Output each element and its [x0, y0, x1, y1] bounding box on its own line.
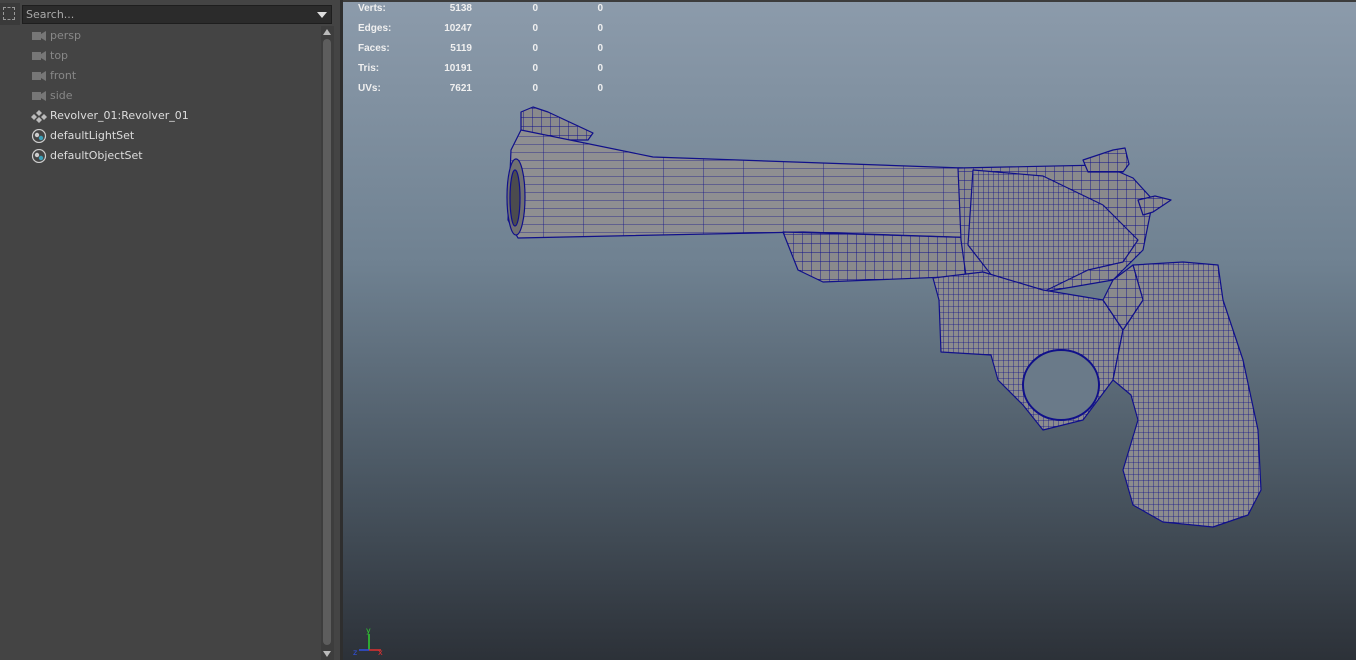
camera-icon — [32, 51, 46, 61]
revolver-wireframe-model[interactable] — [343, 0, 1356, 660]
outliner-item-defaultobjectset[interactable]: defaultObjectSet — [0, 146, 320, 166]
axis-y-label: y — [366, 626, 371, 635]
axis-x-label: x — [378, 648, 383, 656]
outliner-tree: persp top front side Revolver_01:Revolve… — [0, 26, 320, 166]
outliner-item-top[interactable]: top — [0, 46, 320, 66]
outliner-item-revolver[interactable]: Revolver_01:Revolver_01 — [0, 106, 320, 126]
outliner-scrollbar[interactable] — [321, 26, 334, 660]
outliner-item-front[interactable]: front — [0, 66, 320, 86]
camera-icon — [32, 71, 46, 81]
transform-icon — [31, 110, 47, 123]
outliner-filter-button[interactable] — [0, 3, 20, 25]
scroll-down-icon[interactable] — [323, 651, 331, 657]
scrollbar-thumb[interactable] — [323, 39, 331, 645]
outliner-item-label: defaultObjectSet — [50, 149, 143, 162]
chevron-down-icon[interactable] — [317, 12, 327, 18]
search-field[interactable] — [22, 5, 332, 24]
axis-z-label: z — [353, 648, 357, 656]
outliner-item-defaultlightset[interactable]: defaultLightSet — [0, 126, 320, 146]
outliner-item-persp[interactable]: persp — [0, 26, 320, 46]
outliner-panel: persp top front side Revolver_01:Revolve… — [0, 0, 342, 660]
filter-icon — [3, 7, 15, 20]
camera-icon — [32, 31, 46, 41]
outliner-item-label: defaultLightSet — [50, 129, 135, 142]
set-icon — [31, 149, 47, 163]
camera-icon — [32, 91, 46, 101]
scroll-up-icon[interactable] — [323, 29, 331, 35]
outliner-item-label: persp — [50, 29, 81, 42]
outliner-item-label: Revolver_01:Revolver_01 — [50, 109, 189, 122]
outliner-item-side[interactable]: side — [0, 86, 320, 106]
outliner-item-label: side — [50, 89, 73, 102]
set-icon — [31, 129, 47, 143]
search-input[interactable] — [23, 6, 313, 23]
outliner-item-label: top — [50, 49, 69, 62]
viewport-3d[interactable]: Verts: 5138 0 0 Edges: 10247 0 0 Faces: … — [343, 0, 1356, 660]
axis-gizmo: y x z — [353, 626, 383, 656]
outliner-item-label: front — [50, 69, 77, 82]
